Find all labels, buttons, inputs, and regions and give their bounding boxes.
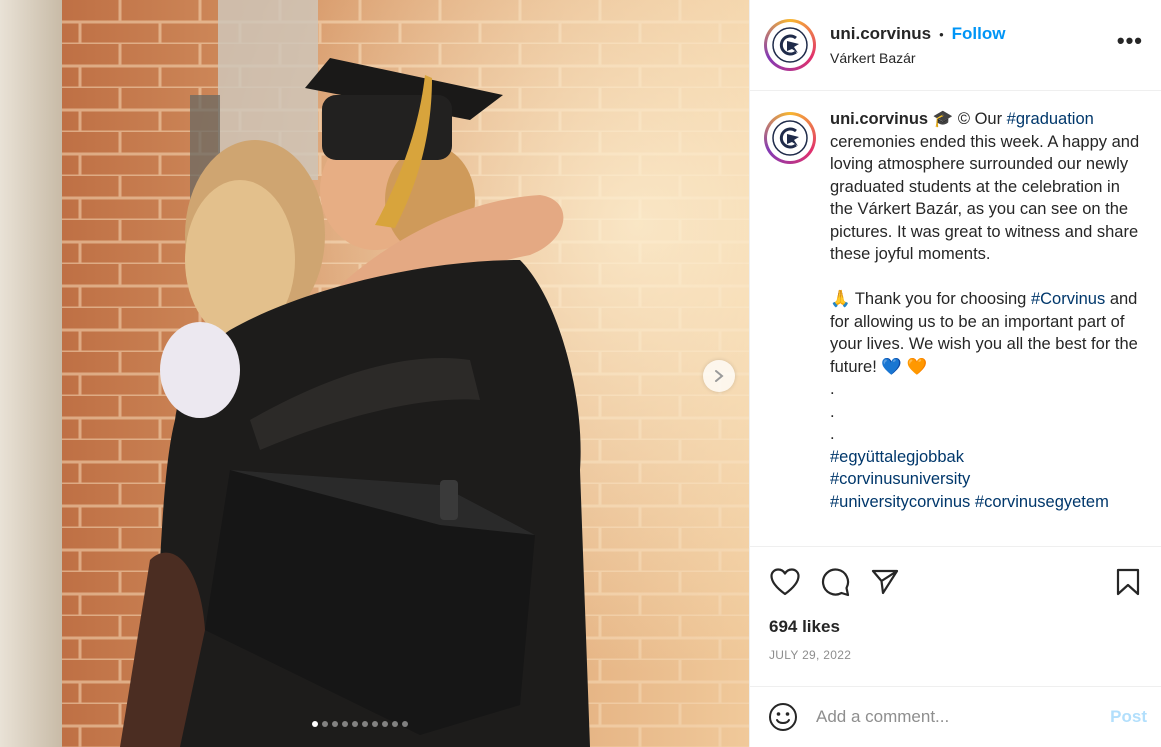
smiley-icon[interactable] — [768, 702, 798, 732]
corvinus-logo-icon — [772, 120, 808, 156]
location-link[interactable]: Várkert Bazár — [830, 50, 1005, 66]
carousel-dot — [342, 721, 348, 727]
praying-hands-emoji: 🙏 — [830, 290, 851, 308]
comment-composer: Post — [750, 686, 1161, 747]
paper-plane-icon — [871, 569, 899, 595]
comment-button[interactable] — [818, 565, 852, 599]
caption-section: uni.corvinus 🎓 © Our #graduation ceremon… — [750, 92, 1161, 546]
comment-input[interactable] — [816, 707, 1086, 727]
hashtag-link[interactable]: #graduation — [1007, 110, 1094, 128]
carousel-dot — [392, 721, 398, 727]
save-button[interactable] — [1111, 565, 1145, 599]
hearts-emoji: 💙 🧡 — [881, 357, 928, 376]
carousel-dot — [312, 721, 318, 727]
graduation-cap-emoji: 🎓 — [932, 110, 954, 128]
graduate-hug-image — [0, 0, 749, 747]
like-button[interactable] — [768, 565, 802, 599]
carousel-indicators — [312, 721, 408, 727]
hashtag-link[interactable]: #Corvinus — [1031, 290, 1105, 308]
carousel-dot — [382, 721, 388, 727]
corvinus-logo-icon — [772, 27, 808, 63]
more-options-button[interactable]: ••• — [1117, 30, 1143, 52]
carousel-dot — [362, 721, 368, 727]
post-header: uni.corvinus • Follow Várkert Bazár ••• — [750, 0, 1161, 91]
carousel-dot — [322, 721, 328, 727]
post-comment-button[interactable]: Post — [1110, 707, 1147, 727]
post-side-panel: uni.corvinus • Follow Várkert Bazár ••• — [749, 0, 1161, 747]
caption-text: uni.corvinus 🎓 © Our #graduation ceremon… — [830, 110, 1140, 511]
carousel-dot — [352, 721, 358, 727]
caption-avatar[interactable] — [764, 112, 816, 164]
carousel-dot — [332, 721, 338, 727]
header-separator: • — [939, 26, 944, 42]
bookmark-icon — [1116, 568, 1140, 596]
post-actions: 694 likes JULY 29, 2022 — [750, 546, 1161, 686]
carousel-next-button[interactable] — [703, 360, 735, 392]
hashtag-link[interactable]: #corvinusegyetem — [975, 493, 1109, 511]
avatar[interactable] — [764, 19, 816, 71]
caption-username[interactable]: uni.corvinus — [830, 110, 928, 128]
comment-bubble-icon — [821, 568, 850, 597]
instagram-post: uni.corvinus • Follow Várkert Bazár ••• — [0, 0, 1161, 747]
hashtag-link[interactable]: #universitycorvinus — [830, 493, 970, 511]
likes-count[interactable]: 694 likes — [769, 617, 840, 637]
heart-icon — [770, 568, 800, 596]
chevron-right-icon — [715, 370, 724, 382]
carousel-dot — [372, 721, 378, 727]
post-date[interactable]: JULY 29, 2022 — [769, 648, 851, 662]
share-button[interactable] — [868, 565, 902, 599]
hashtag-link[interactable]: #együttalegjobbak — [830, 446, 1140, 469]
header-username[interactable]: uni.corvinus — [830, 24, 931, 44]
follow-button[interactable]: Follow — [952, 24, 1006, 44]
post-photo[interactable] — [0, 0, 749, 747]
hashtag-link[interactable]: #corvinusuniversity — [830, 468, 1140, 491]
carousel-dot — [402, 721, 408, 727]
